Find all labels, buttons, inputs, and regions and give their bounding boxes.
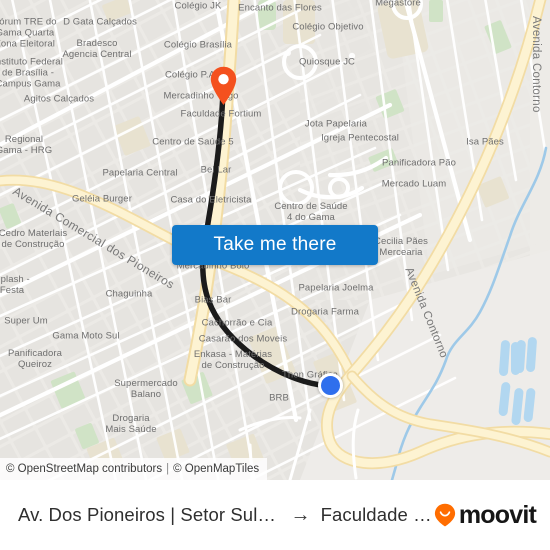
origin-location-dot[interactable] (318, 373, 343, 398)
take-me-there-label: Take me there (213, 234, 337, 255)
destination-marker-icon[interactable] (210, 66, 237, 106)
route-arrow-icon: → (290, 505, 311, 525)
route-footer: Av. Dos Pioneiros | Setor Sul (Saíd… → F… (0, 480, 550, 550)
osm-attribution-link[interactable]: © OpenStreetMap contributors (6, 463, 162, 475)
route-origin-label: Av. Dos Pioneiros | Setor Sul (Saíd… (18, 504, 281, 525)
take-me-there-button[interactable]: Take me there (172, 225, 378, 265)
map-canvas[interactable]: D Gata Calçados Colégio JK Encanto das Flo… (0, 0, 550, 480)
route-destination-label: Faculdade Fo… (320, 504, 434, 525)
moovit-pin-icon (434, 503, 455, 527)
moovit-route-screen: D Gata Calçados Colégio JK Encanto das Flo… (0, 0, 550, 550)
map-attribution: © OpenStreetMap contributors | © OpenMap… (0, 458, 268, 480)
openmaptiles-attribution-link[interactable]: © OpenMapTiles (173, 463, 259, 475)
moovit-brand-logo: moovit (434, 500, 537, 529)
moovit-wordmark: moovit (458, 500, 537, 529)
attribution-separator: | (166, 463, 170, 475)
